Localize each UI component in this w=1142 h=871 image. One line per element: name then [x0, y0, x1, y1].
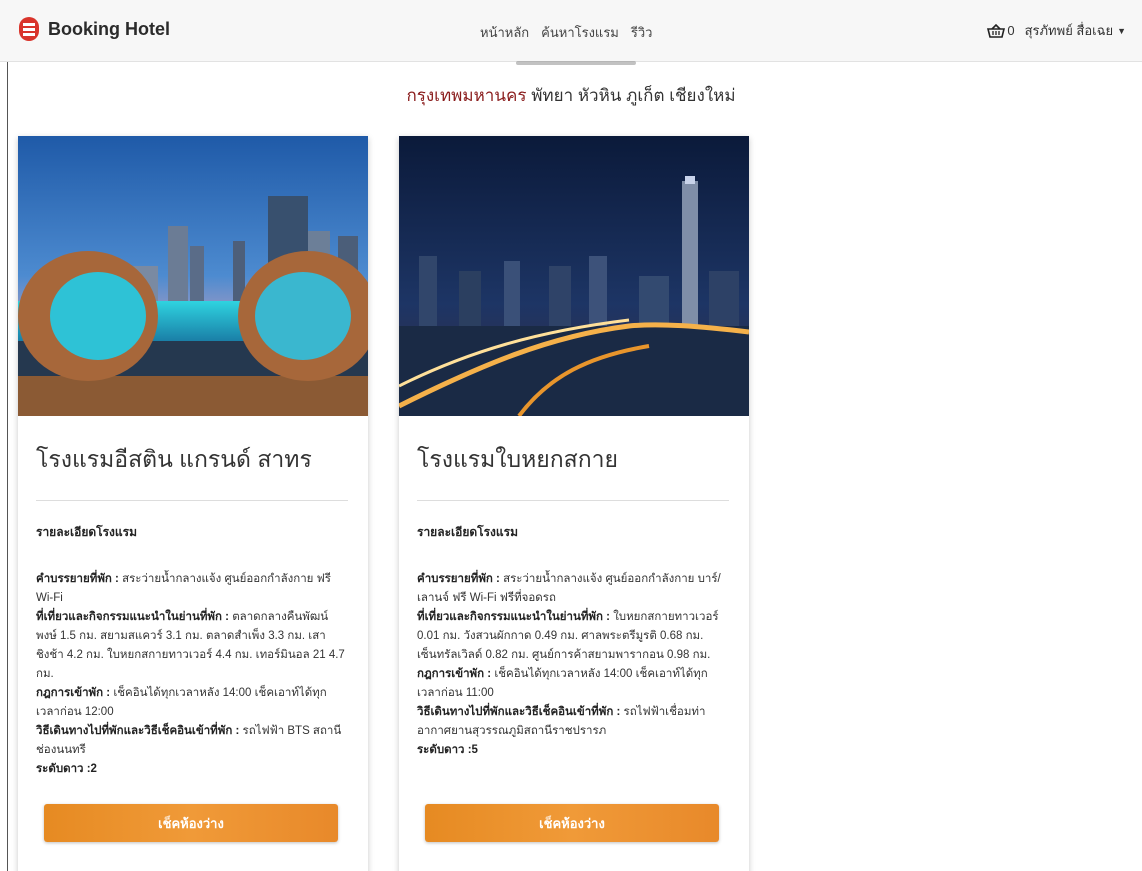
- page-frame-line: [7, 0, 8, 871]
- user-menu[interactable]: สุรภัทพย์ สื่อเฉย ▼: [1025, 20, 1126, 41]
- hotel-card: โรงแรมอีสติน แกรนด์ สาทร รายละเอียดโรงแร…: [18, 136, 368, 871]
- nearby-label: ที่เที่ยวและกิจกรรมแนะนำในย่านที่พัก :: [417, 611, 610, 623]
- rules-label: กฎการเข้าพัก :: [36, 687, 111, 699]
- hotel-detail: คำบรรยายที่พัก : สระว่ายน้ำกลางแจ้ง ศูนย…: [36, 570, 348, 779]
- stars-label: ระดับดาว :: [417, 744, 472, 756]
- basket-icon: [987, 23, 1006, 38]
- city-others: พัทยา หัวหิน ภูเก็ต เชียงใหม่: [526, 86, 736, 105]
- hotel-image-pool: [18, 136, 368, 416]
- nav-link-search-hotel[interactable]: ค้นหาโรงแรม: [541, 22, 619, 43]
- facilities-label: คำบรรยายที่พัก :: [417, 573, 500, 585]
- nearby-label: ที่เที่ยวและกิจกรรมแนะนำในย่านที่พัก :: [36, 611, 229, 623]
- travel-label: วิธีเดินทางไปที่พักและวิธีเช็คอินเข้าที่…: [417, 706, 621, 718]
- rules-label: กฎการเข้าพัก :: [417, 668, 492, 680]
- stars-label: ระดับดาว :: [36, 763, 91, 775]
- hotel-logo-icon: [19, 17, 39, 41]
- hotel-name[interactable]: โรงแรมอีสติน แกรนด์ สาทร: [36, 442, 348, 501]
- hotel-card: โรงแรมใบหยกสกาย รายละเอียดโรงแรม คำบรรยา…: [399, 136, 749, 871]
- nav-link-home[interactable]: หน้าหลัก: [480, 22, 529, 43]
- hotel-detail: คำบรรยายที่พัก : สระว่ายน้ำกลางแจ้ง ศูนย…: [417, 570, 729, 760]
- city-highlight[interactable]: กรุงเทพมหานคร: [406, 86, 526, 105]
- hotel-name[interactable]: โรงแรมใบหยกสกาย: [417, 442, 729, 501]
- nav-links: หน้าหลัก ค้นหาโรงแรม รีวิว: [480, 22, 652, 43]
- brand-name: Booking Hotel: [48, 18, 170, 39]
- user-name: สุรภัทพย์ สื่อเฉย: [1024, 23, 1114, 38]
- hotel-detail-title: รายละเอียดโรงแรม: [36, 525, 137, 539]
- travel-label: วิธีเดินทางไปที่พักและวิธีเช็คอินเข้าที่…: [36, 725, 240, 737]
- nav-right: 0 สุรภัทพย์ สื่อเฉย ▼: [987, 20, 1126, 41]
- cart-count: 0: [1007, 23, 1015, 38]
- hotel-image-city-night: [399, 136, 749, 416]
- caret-down-icon: ▼: [1117, 25, 1126, 36]
- navbar: Booking Hotel หน้าหลัก ค้นหาโรงแรม รีวิว…: [0, 0, 1142, 62]
- stars-value: 2: [90, 763, 97, 775]
- nav-link-review[interactable]: รีวิว: [631, 22, 653, 43]
- brand[interactable]: Booking Hotel: [18, 16, 170, 42]
- check-availability-button[interactable]: เช็คห้องว่าง: [44, 804, 338, 842]
- header-cut-text: [516, 61, 636, 65]
- cart-button[interactable]: 0: [987, 23, 1015, 38]
- check-availability-button[interactable]: เช็คห้องว่าง: [425, 804, 719, 842]
- hotel-detail-title: รายละเอียดโรงแรม: [417, 525, 518, 539]
- stars-value: 5: [471, 744, 478, 756]
- hotel-card-body: โรงแรมอีสติน แกรนด์ สาทร รายละเอียดโรงแร…: [18, 442, 368, 779]
- hotel-card-body: โรงแรมใบหยกสกาย รายละเอียดโรงแรม คำบรรยา…: [399, 442, 749, 760]
- facilities-label: คำบรรยายที่พัก :: [36, 573, 119, 585]
- city-list: กรุงเทพมหานคร พัทยา หัวหิน ภูเก็ต เชียงใ…: [0, 82, 1142, 109]
